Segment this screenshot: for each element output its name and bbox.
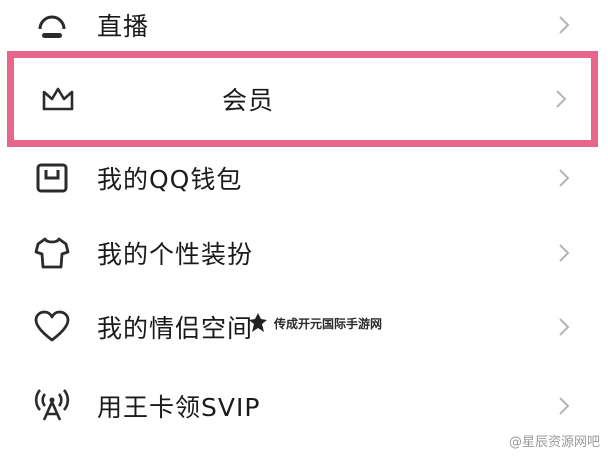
menu-item-label: 我的情侣空间: [97, 314, 254, 343]
menu-item-vip[interactable]: 会员: [7, 51, 598, 147]
tshirt-icon: [30, 231, 74, 275]
chevron-right-icon: [556, 166, 572, 190]
corner-watermark-text: @星辰资源网吧: [508, 435, 600, 450]
live-icon: [30, 3, 74, 47]
chevron-right-icon: [556, 315, 572, 339]
heart-icon: [30, 305, 74, 349]
corner-watermark: @星辰资源网吧: [509, 431, 600, 450]
menu-item-qq-wallet[interactable]: 我的QQ钱包: [0, 143, 608, 213]
menu-item-label: 会员: [222, 86, 275, 115]
crown-icon: [36, 77, 80, 121]
menu-item-label: 我的个性装扮: [97, 240, 254, 269]
watermark-text: 传成开元国际手游网: [274, 316, 383, 331]
chevron-right-icon: [553, 87, 569, 111]
menu-item-label: 直播: [97, 12, 150, 41]
signal-tower-icon: [30, 384, 74, 428]
watermark: 传成开元国际手游网: [248, 311, 382, 335]
wallet-icon: [30, 156, 74, 200]
menu-item-personal-dress[interactable]: 我的个性装扮: [0, 218, 608, 288]
chevron-right-icon: [556, 241, 572, 265]
watermark-logo-icon: [248, 312, 268, 334]
menu-item-label: 用王卡领SVIP: [97, 393, 261, 422]
settings-menu: 直播 会员 我的QQ钱包 我的个性装扮 我的情侣空间 用王卡领SVIP: [0, 0, 608, 456]
chevron-right-icon: [556, 13, 572, 37]
chevron-right-icon: [556, 394, 572, 418]
menu-item-label: 我的QQ钱包: [97, 165, 243, 194]
